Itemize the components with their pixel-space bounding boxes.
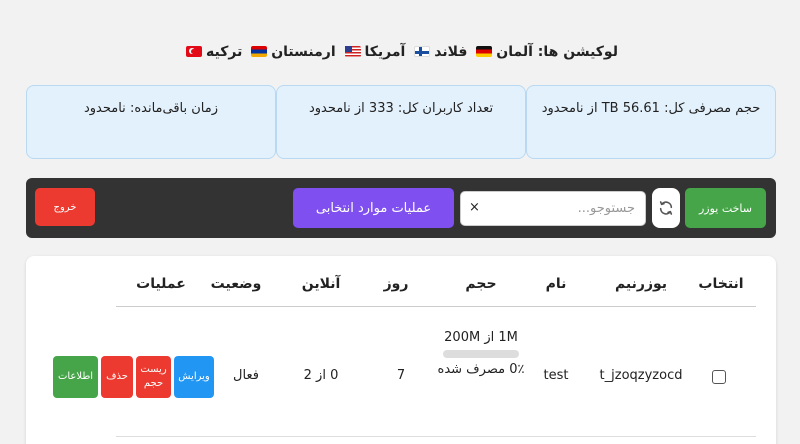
header-days: روز [383, 276, 409, 292]
header-name: نام [545, 276, 567, 292]
usage-progress-bar [443, 350, 519, 358]
turkey-flag-icon [186, 46, 203, 57]
row-volume: 1M از 200M 0٪ مصرف شده [436, 328, 526, 380]
search-input[interactable] [485, 192, 645, 225]
remaining-time-card: زمان باقی‌مانده: نامحدود [26, 85, 276, 159]
row-username: t_jzoqzyzocd [599, 368, 683, 383]
header-online: آنلاین [301, 276, 341, 292]
locations-line: لوکیشن ها: آلمان فلاند آمریکا ارمنستان ت… [0, 44, 800, 60]
reset-volume-button[interactable]: ریست حجم [136, 356, 171, 398]
location-armenia: ارمنستان [271, 44, 336, 60]
edit-button[interactable]: ویرایش [174, 356, 214, 398]
search-box: × [460, 191, 646, 226]
header-status: وضعیت [210, 276, 262, 292]
header-divider [116, 306, 756, 307]
toolbar: ساخت یوزر × عملیات موارد انتخابی خروج [26, 178, 776, 238]
total-users-value: 333 از نامحدود [308, 101, 394, 116]
info-button[interactable]: اطلاعات [53, 356, 98, 398]
location-usa: آمریکا [364, 44, 406, 60]
delete-button[interactable]: حذف [101, 356, 133, 398]
total-users-card: تعداد کاربران کل: 333 از نامحدود [276, 85, 526, 159]
bulk-actions-button[interactable]: عملیات موارد انتخابی [293, 188, 454, 228]
row-usage-text: 0٪ مصرف شده [437, 362, 525, 377]
total-usage-value: 56.61 TB از نامحدود [541, 101, 660, 116]
refresh-icon [659, 201, 673, 215]
header-volume: حجم [465, 276, 497, 292]
header-username: یوزرنیم [614, 276, 668, 292]
row-days: 7 [396, 368, 406, 383]
germany-flag-icon [476, 46, 493, 57]
logout-button[interactable]: خروج [35, 188, 95, 226]
row-name: test [543, 368, 569, 383]
usa-flag-icon [344, 46, 361, 57]
row-online: 0 از 2 [303, 368, 339, 383]
refresh-button[interactable] [652, 188, 680, 228]
total-usage-card: حجم مصرفی کل: 56.61 TB از نامحدود [526, 85, 776, 159]
remaining-time-value: نامحدود [83, 101, 126, 116]
create-user-button[interactable]: ساخت یوزر [685, 188, 766, 228]
remaining-time-label: زمان باقی‌مانده: [129, 101, 219, 116]
row-select-checkbox[interactable] [712, 370, 726, 384]
header-actions: عملیات [136, 276, 186, 292]
location-turkey: ترکیه [206, 44, 243, 60]
total-users-label: تعداد کاربران کل: [397, 101, 494, 116]
users-table: انتخاب یوزرنیم نام حجم روز آنلاین وضعیت … [26, 256, 776, 444]
row-volume-text: 1M از 200M [444, 330, 518, 345]
armenia-flag-icon [251, 46, 268, 57]
header-select: انتخاب [698, 276, 744, 292]
row-status: فعال [233, 368, 259, 383]
clear-search-icon[interactable]: × [469, 200, 480, 215]
finland-flag-icon [414, 46, 431, 57]
location-finland: فلاند [434, 44, 468, 60]
row-divider [116, 436, 756, 437]
location-germany: آلمان [496, 44, 533, 60]
total-usage-label: حجم مصرفی کل: [664, 101, 761, 116]
locations-label: لوکیشن ها: [537, 44, 618, 60]
